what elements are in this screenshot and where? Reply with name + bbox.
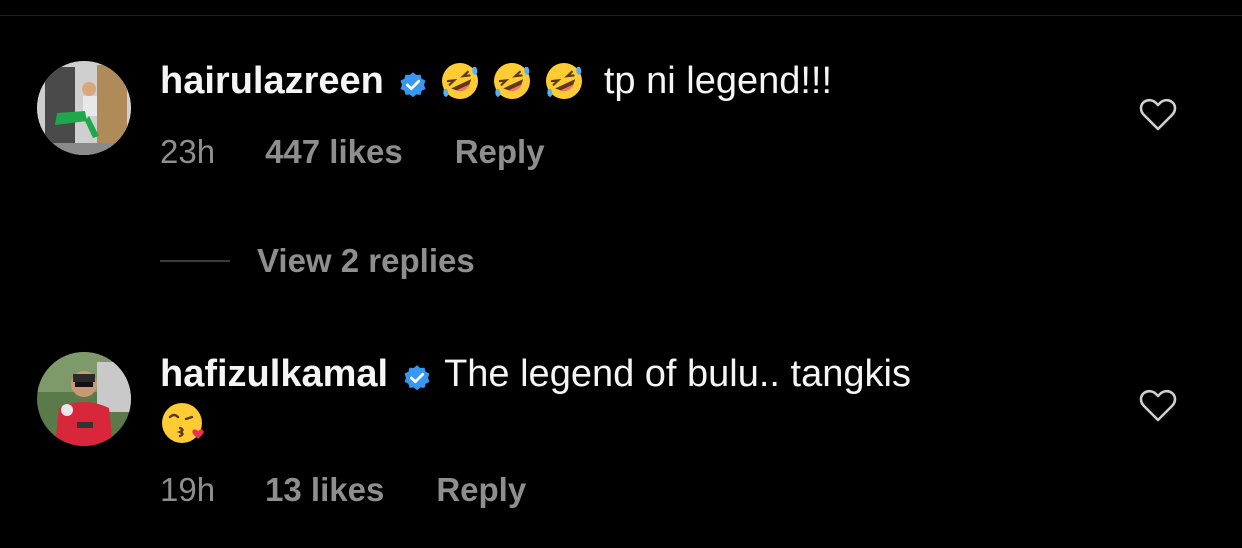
comment-meta: 23h 447 likes Reply	[160, 133, 545, 171]
comment-meta: 19h 13 likes Reply	[160, 471, 526, 509]
view-replies-line	[160, 260, 230, 262]
rolling-laughing-emoji-icon	[440, 61, 480, 101]
reply-button[interactable]: Reply	[436, 471, 526, 509]
view-replies-button[interactable]: View 2 replies	[160, 242, 475, 280]
like-heart-icon[interactable]	[1139, 389, 1177, 423]
likes-count[interactable]: 447 likes	[265, 133, 403, 171]
comment-content: hairulazreen tp ni legend!!!	[160, 58, 832, 104]
comment-time: 23h	[160, 133, 216, 170]
comment-text: tp ni legend!!!	[603, 60, 833, 102]
comment-time: 19h	[160, 471, 216, 508]
rolling-laughing-emoji-icon	[492, 61, 532, 101]
username[interactable]: hafizulkamal	[160, 351, 388, 397]
comment-content: hafizulkamal The legend of bulu.. tangki…	[160, 351, 911, 397]
divider-top	[0, 15, 1242, 16]
like-heart-icon[interactable]	[1139, 98, 1177, 132]
view-replies-label[interactable]: View 2 replies	[257, 242, 475, 280]
reply-button[interactable]: Reply	[455, 133, 545, 171]
username[interactable]: hairulazreen	[160, 58, 384, 104]
avatar[interactable]	[37, 61, 131, 155]
comment-text: The legend of bulu.. tangkis	[444, 353, 911, 395]
kiss-emoji-icon	[160, 401, 208, 450]
verified-badge-icon	[398, 66, 428, 98]
avatar[interactable]	[37, 352, 131, 446]
rolling-laughing-emoji-icon	[544, 61, 584, 101]
verified-badge-icon	[402, 359, 432, 391]
likes-count[interactable]: 13 likes	[265, 471, 384, 509]
